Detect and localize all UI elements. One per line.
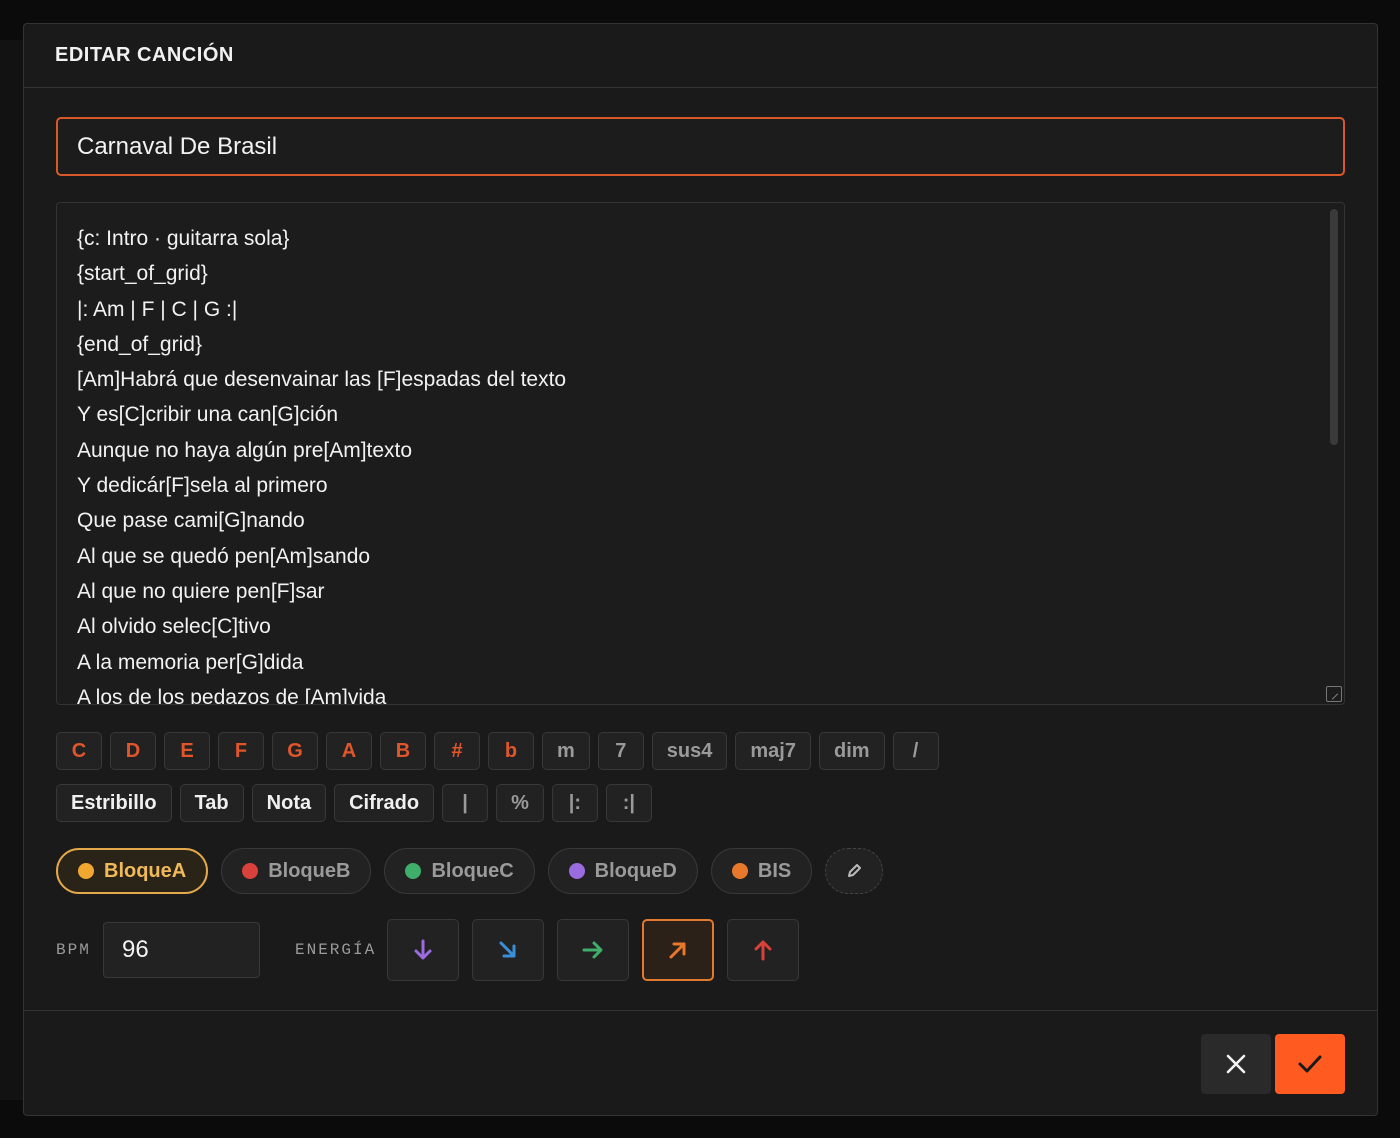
dialog-title: EDITAR CANCIÓN: [55, 44, 234, 66]
block-chip[interactable]: BIS: [710, 848, 813, 894]
bpm-label: BPM: [56, 941, 91, 959]
tag-key-button[interactable]: Cifrado: [334, 784, 435, 822]
symbol-key-button[interactable]: |:: [551, 784, 598, 822]
pencil-icon: [848, 864, 862, 877]
tag-key-button[interactable]: Nota: [251, 784, 327, 822]
block-chip[interactable]: BloqueD: [547, 848, 698, 894]
close-icon: [1226, 1054, 1246, 1074]
symbol-key-button[interactable]: |: [442, 784, 489, 822]
block-chips: BloqueA BloqueB BloqueC BloqueD BIS: [56, 848, 884, 894]
lyrics-line: |: Am | F | C | G :|: [77, 297, 238, 321]
block-chip-label: BloqueA: [104, 859, 187, 882]
lyrics-text[interactable]: {c: Intro · guitarra sola} {start_of_grid…: [57, 203, 1344, 705]
block-chip-label: BloqueD: [594, 859, 677, 882]
arrow-up-right-icon: [669, 942, 686, 959]
chord-key-button[interactable]: B: [380, 732, 426, 770]
lyrics-line: Y dedicár[F]sela al primero: [77, 474, 328, 498]
color-dot-icon: [405, 863, 422, 879]
block-chip[interactable]: BloqueB: [221, 848, 372, 894]
chord-key-button[interactable]: #: [434, 732, 480, 770]
energy-selector: [387, 919, 799, 981]
lyrics-editor[interactable]: {c: Intro · guitarra sola} {start_of_grid…: [56, 202, 1345, 705]
symbol-key-button[interactable]: %: [496, 784, 544, 822]
block-chip-label: BloqueB: [268, 859, 351, 882]
song-title-input[interactable]: [56, 117, 1345, 176]
check-icon: [1298, 1055, 1322, 1073]
chord-key-button[interactable]: C: [56, 732, 102, 770]
edit-blocks-button[interactable]: [825, 848, 884, 894]
arrow-right-icon: [582, 941, 603, 959]
block-chip[interactable]: BloqueA: [56, 848, 209, 894]
tag-key-button[interactable]: Tab: [179, 784, 244, 822]
energy-level-button[interactable]: [472, 919, 544, 981]
modifier-key-button[interactable]: dim: [818, 732, 885, 770]
chord-keys-row: C D E F G A B # b m 7 sus4 maj7 dim /: [56, 732, 939, 770]
lyrics-line: {start_of_grid}: [77, 262, 208, 286]
editor-scrollbar[interactable]: [1330, 209, 1338, 445]
tag-key-button[interactable]: Estribillo: [56, 784, 172, 822]
energy-level-button[interactable]: [557, 919, 629, 981]
modifier-key-button[interactable]: /: [892, 732, 939, 770]
lyrics-line: {end_of_grid}: [77, 332, 202, 356]
lyrics-line: Al que no quiere pen[F]sar: [77, 579, 325, 603]
block-chip-label: BIS: [757, 859, 792, 882]
lyrics-line: [Am]Habrá que desenvainar las [F]espadas…: [77, 368, 567, 392]
chord-key-button[interactable]: D: [110, 732, 156, 770]
lyrics-line: {c: Intro · guitarra sola}: [77, 227, 290, 250]
background-sidebar: [0, 40, 24, 1100]
modifier-key-button[interactable]: 7: [597, 732, 644, 770]
chord-key-button[interactable]: E: [164, 732, 210, 770]
bpm-input[interactable]: [103, 922, 260, 978]
block-chip[interactable]: BloqueC: [384, 848, 535, 894]
lyrics-line: Aunque no haya algún pre[Am]texto: [77, 438, 413, 462]
energy-level-button[interactable]: [727, 919, 799, 981]
energy-label: ENERGÍA: [295, 941, 377, 959]
chord-key-button[interactable]: F: [218, 732, 264, 770]
color-dot-icon: [731, 863, 748, 879]
resize-handle[interactable]: [1326, 686, 1342, 702]
lyrics-line: A la memoria per[G]dida: [77, 650, 304, 674]
modifier-key-button[interactable]: sus4: [651, 732, 728, 770]
arrow-down-right-icon: [499, 941, 516, 958]
modifier-key-button[interactable]: maj7: [735, 732, 811, 770]
cancel-button[interactable]: [1201, 1034, 1271, 1094]
lyrics-line: A los de los pedazos de [Am]vida: [77, 685, 387, 705]
chord-key-button[interactable]: b: [488, 732, 534, 770]
color-dot-icon: [78, 863, 94, 879]
dialog-footer: [24, 1010, 1377, 1117]
lyrics-line: Al que se quedó pen[Am]sando: [77, 544, 371, 568]
lyrics-line: Al olvido selec[C]tivo: [77, 615, 271, 639]
lyrics-line: Que pase cami[G]nando: [77, 509, 305, 533]
block-chip-label: BloqueC: [431, 859, 514, 882]
lyrics-line: Y es[C]cribir una can[G]ción: [77, 403, 339, 427]
chord-key-button[interactable]: G: [272, 732, 318, 770]
modifier-key-button[interactable]: m: [542, 732, 590, 770]
dialog-header: EDITAR CANCIÓN: [24, 24, 1377, 88]
arrow-up-icon: [754, 940, 772, 961]
energy-level-button[interactable]: [387, 919, 459, 981]
edit-song-dialog: EDITAR CANCIÓN {c: Intro · guitarra sola…: [23, 23, 1378, 1116]
save-button[interactable]: [1275, 1034, 1345, 1094]
tag-keys-row: Estribillo Tab Nota Cifrado |% |::|: [56, 784, 652, 822]
chord-key-button[interactable]: A: [326, 732, 372, 770]
color-dot-icon: [568, 863, 585, 879]
symbol-key-button[interactable]: :|: [605, 784, 652, 822]
color-dot-icon: [242, 863, 259, 879]
arrow-down-icon: [414, 939, 432, 960]
energy-level-button[interactable]: [642, 919, 714, 981]
